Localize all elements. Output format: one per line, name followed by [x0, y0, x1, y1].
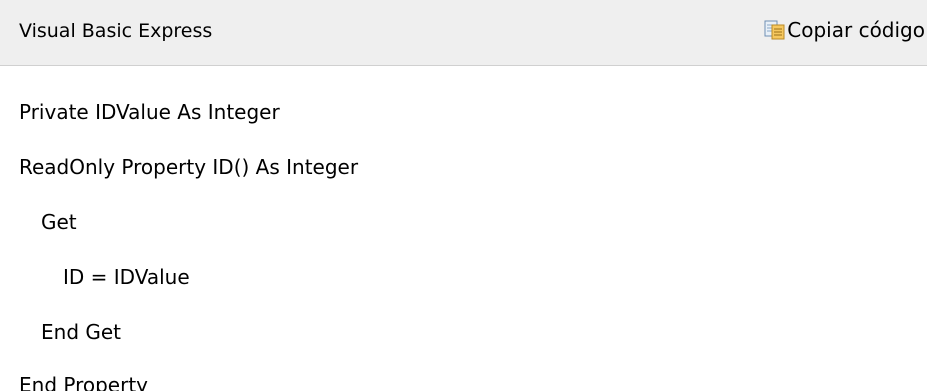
code-snippet: Visual Basic Express Copiar código Priva…: [0, 0, 927, 391]
language-label: Visual Basic Express: [19, 20, 213, 42]
code-line: Get: [41, 210, 77, 234]
code-line: Private IDValue As Integer: [19, 100, 280, 124]
copy-code-label: Copiar código: [787, 18, 925, 42]
code-line: ID = IDValue: [63, 265, 190, 289]
code-line: End Property: [19, 373, 148, 391]
copy-code-button[interactable]: Copiar código: [764, 17, 925, 43]
code-snippet-header: Visual Basic Express Copiar código: [0, 0, 927, 66]
code-line: ReadOnly Property ID() As Integer: [19, 155, 359, 179]
code-line: End Get: [41, 320, 122, 344]
copy-code-icon: [764, 19, 786, 41]
